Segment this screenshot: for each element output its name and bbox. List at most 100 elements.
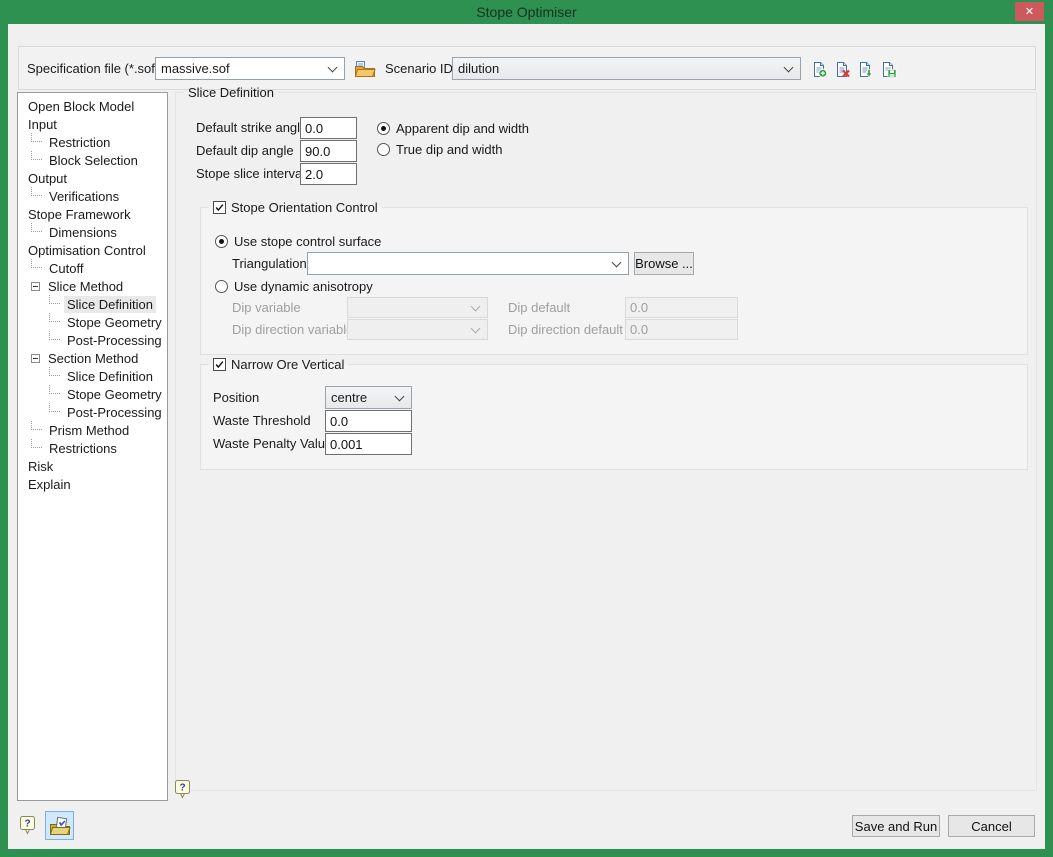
navigation-tree[interactable]: Open Block ModelInputRestrictionBlock Se… — [17, 92, 168, 801]
apparent-dip-radio[interactable]: Apparent dip and width — [377, 120, 529, 136]
radio-unselected-icon — [377, 143, 390, 156]
scenario-id-combobox[interactable]: dilution — [452, 57, 801, 80]
spec-file-combobox[interactable]: massive.sof — [155, 57, 345, 80]
spec-file-value: massive.sof — [161, 61, 230, 76]
dip-variable-label: Dip variable — [232, 297, 301, 318]
position-combobox[interactable]: centre — [325, 386, 412, 409]
apparent-dip-label: Apparent dip and width — [396, 121, 529, 136]
tree-item-output[interactable]: Output — [18, 169, 167, 187]
narrow-ore-checkbox[interactable] — [213, 358, 226, 371]
triangulation-combobox[interactable] — [307, 252, 629, 275]
tree-item-section-method[interactable]: Section Method — [18, 349, 167, 367]
checkmark-icon — [214, 358, 225, 371]
tree-item-cutoff[interactable]: Cutoff — [18, 259, 167, 277]
svg-text:?: ? — [24, 819, 30, 830]
tree-item-explain[interactable]: Explain — [18, 475, 167, 493]
tree-connector — [31, 223, 42, 232]
tree-item-risk[interactable]: Risk — [18, 457, 167, 475]
use-dynamic-anisotropy-label: Use dynamic anisotropy — [234, 279, 373, 294]
stope-orientation-checkbox[interactable] — [213, 201, 226, 214]
tree-item-label: Slice Definition — [64, 368, 156, 385]
default-strike-angle-label: Default strike angle — [196, 117, 307, 139]
delete-scenario-button[interactable] — [833, 60, 851, 78]
tree-item-label: Cutoff — [46, 260, 86, 277]
waste-threshold-input[interactable] — [325, 410, 412, 432]
tree-item-slice-method[interactable]: Slice Method — [18, 277, 167, 295]
save-scenario-icon — [880, 61, 897, 78]
tree-item-label: Post-Processing — [64, 404, 165, 421]
dip-default-input[interactable] — [625, 297, 738, 318]
open-spec-file-toolbar-button[interactable] — [45, 811, 74, 840]
close-icon: ✕ — [1025, 5, 1034, 18]
tree-item-stope-framework[interactable]: Stope Framework — [18, 205, 167, 223]
default-dip-angle-label: Default dip angle — [196, 140, 294, 162]
tree-item-post-processing[interactable]: Post-Processing — [18, 403, 167, 421]
radio-unselected-icon — [215, 280, 228, 293]
import-scenario-icon — [857, 61, 874, 78]
tree-item-slice-definition[interactable]: Slice Definition — [18, 367, 167, 385]
spec-file-label: Specification file (*.sof) — [27, 61, 159, 77]
tree-connector — [49, 331, 60, 340]
stope-optimiser-dialog: Stope Optimiser ✕ Specification file (*.… — [0, 0, 1053, 857]
narrow-ore-title: Narrow Ore Vertical — [231, 357, 344, 372]
save-scenario-button[interactable] — [879, 60, 897, 78]
tree-item-dimensions[interactable]: Dimensions — [18, 223, 167, 241]
stope-slice-interval-label: Stope slice interval — [196, 163, 305, 185]
tree-item-verifications[interactable]: Verifications — [18, 187, 167, 205]
tree-item-input[interactable]: Input — [18, 115, 167, 133]
use-dynamic-anisotropy-radio[interactable]: Use dynamic anisotropy — [215, 278, 373, 294]
tree-item-label: Risk — [25, 458, 56, 475]
radio-selected-icon — [377, 122, 390, 135]
scenario-id-label: Scenario ID — [385, 61, 453, 77]
cancel-button[interactable]: Cancel — [948, 815, 1035, 837]
dip-direction-variable-combobox[interactable] — [347, 319, 488, 340]
tree-item-stope-geometry[interactable]: Stope Geometry — [18, 385, 167, 403]
tree-connector — [31, 259, 42, 268]
dialog-help-button[interactable]: ? — [20, 816, 36, 838]
stope-slice-interval-input[interactable] — [300, 163, 357, 185]
use-stope-control-surface-radio[interactable]: Use stope control surface — [215, 233, 381, 249]
tree-item-label: Block Selection — [46, 152, 141, 169]
open-folder-icon — [354, 60, 376, 78]
context-help-button[interactable]: ? — [175, 780, 191, 802]
default-dip-angle-input[interactable] — [300, 140, 357, 162]
import-scenario-button[interactable] — [856, 60, 874, 78]
save-and-run-button[interactable]: Save and Run — [852, 815, 940, 837]
tree-item-label: Explain — [25, 476, 74, 493]
add-scenario-button[interactable] — [810, 60, 828, 78]
tree-item-optimisation-control[interactable]: Optimisation Control — [18, 241, 167, 259]
tree-item-block-selection[interactable]: Block Selection — [18, 151, 167, 169]
open-spec-file-button[interactable] — [353, 58, 376, 79]
tree-item-label: Restrictions — [46, 440, 120, 457]
tree-item-label: Stope Geometry — [64, 386, 165, 403]
tree-item-restrictions[interactable]: Restrictions — [18, 439, 167, 457]
tree-item-label: Verifications — [46, 188, 122, 205]
collapse-expander-icon[interactable] — [31, 282, 40, 291]
tree-item-post-processing[interactable]: Post-Processing — [18, 331, 167, 349]
tree-item-slice-definition[interactable]: Slice Definition — [18, 295, 167, 313]
tree-connector — [31, 133, 42, 142]
tree-item-stope-geometry[interactable]: Stope Geometry — [18, 313, 167, 331]
help-icon: ? — [175, 780, 191, 799]
svg-text:?: ? — [179, 783, 185, 794]
tree-item-label: Prism Method — [46, 422, 132, 439]
true-dip-radio[interactable]: True dip and width — [377, 141, 502, 157]
slice-definition-group-title: Slice Definition — [188, 85, 274, 100]
close-button[interactable]: ✕ — [1015, 2, 1044, 21]
collapse-expander-icon[interactable] — [31, 354, 40, 363]
browse-button[interactable]: Browse ... — [634, 252, 694, 275]
tree-item-open-block-model[interactable]: Open Block Model — [18, 97, 167, 115]
radio-selected-icon — [215, 235, 228, 248]
position-value: centre — [331, 390, 367, 405]
dip-direction-default-label: Dip direction default — [508, 319, 623, 340]
dip-variable-combobox[interactable] — [347, 297, 488, 318]
dip-direction-default-input[interactable] — [625, 319, 738, 340]
tree-connector — [49, 295, 60, 304]
tree-item-restriction[interactable]: Restriction — [18, 133, 167, 151]
scenario-id-value: dilution — [458, 61, 499, 76]
tree-item-prism-method[interactable]: Prism Method — [18, 421, 167, 439]
default-strike-angle-input[interactable] — [300, 117, 357, 139]
tree-item-label: Stope Framework — [25, 206, 134, 223]
waste-penalty-input[interactable] — [325, 433, 412, 455]
titlebar[interactable]: Stope Optimiser ✕ — [0, 0, 1053, 24]
